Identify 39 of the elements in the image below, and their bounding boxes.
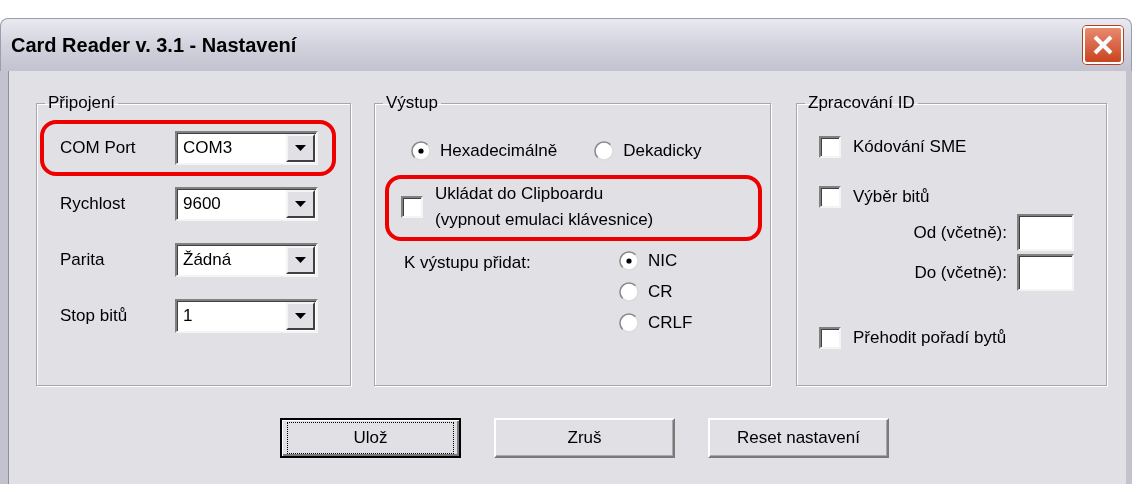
dropdown-field[interactable]: 1 xyxy=(175,299,318,333)
caret-icon xyxy=(295,257,306,263)
dropdown-field[interactable]: COM3 xyxy=(175,131,318,165)
field-label: Do (včetně): xyxy=(914,262,1007,283)
dropdown-button[interactable] xyxy=(286,246,315,274)
radio-option[interactable]: Hexadecimálně xyxy=(411,141,558,161)
field-label: COM Port xyxy=(60,138,137,158)
radio-option[interactable]: Dekadicky xyxy=(594,141,702,161)
dropdown-field[interactable]: Žádná xyxy=(175,243,318,277)
dropdown-field[interactable]: 9600 xyxy=(175,187,318,221)
field-label: Stop bitů xyxy=(60,306,129,326)
input-field[interactable] xyxy=(1017,214,1074,251)
field-label: Rychlost xyxy=(60,194,127,214)
radio-option[interactable]: NIC xyxy=(619,251,693,271)
field-label: Od (včetně): xyxy=(913,222,1007,243)
group-title: Zpracování ID xyxy=(808,93,915,112)
dropdown-button[interactable] xyxy=(286,190,315,218)
dialog-button[interactable]: Ulož xyxy=(280,418,461,458)
radio-option[interactable]: CRLF xyxy=(619,313,693,333)
close-button[interactable] xyxy=(1083,26,1123,64)
field-label: K výstupu přidat: xyxy=(404,252,532,274)
checkbox-option[interactable]: Ukládat do Clipboardu (vypnout emulaci klávesnice) xyxy=(401,181,654,233)
group-title: Výstup xyxy=(386,93,438,112)
radio-option[interactable]: CR xyxy=(619,282,693,302)
dialog-button[interactable]: Reset nastavení xyxy=(708,418,889,458)
field-label: Parita xyxy=(60,250,106,270)
input-field[interactable] xyxy=(1017,254,1074,291)
window-title: Card Reader v. 3.1 - Nastavení xyxy=(11,33,297,57)
dropdown-button[interactable] xyxy=(286,302,315,330)
close-icon xyxy=(1092,34,1114,56)
checkbox-option[interactable]: Výběr bitů xyxy=(819,186,1106,208)
caret-icon xyxy=(295,313,306,319)
checkbox-option[interactable]: Kódování SME xyxy=(819,136,1106,158)
dropdown-button[interactable] xyxy=(286,134,315,162)
caret-icon xyxy=(295,145,306,151)
group-title: Připojení xyxy=(48,93,116,112)
checkbox-option[interactable]: Přehodit pořadí bytů xyxy=(819,327,1106,349)
caret-icon xyxy=(295,201,306,207)
dialog-button[interactable]: Zruš xyxy=(494,418,675,458)
